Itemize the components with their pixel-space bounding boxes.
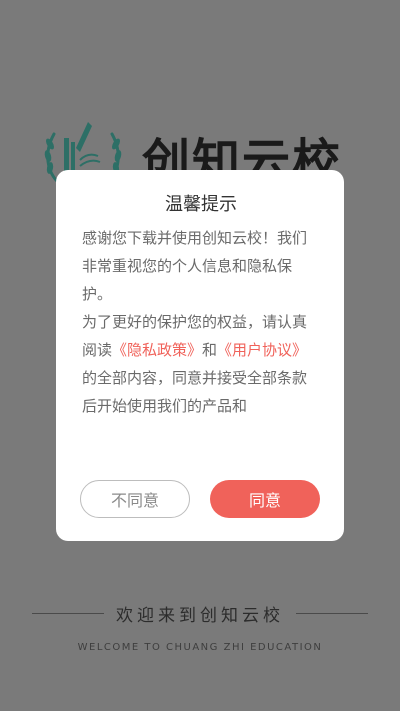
divider-left	[32, 612, 104, 614]
privacy-policy-link[interactable]: 《隐私政策》	[112, 341, 202, 359]
user-agreement-link[interactable]: 《用户协议》	[217, 341, 307, 359]
divider-right	[296, 612, 368, 614]
agree-button[interactable]: 同意	[210, 480, 320, 518]
terms-text-and: 和	[202, 341, 218, 359]
welcome-english-text: WELCOME TO CHUANG ZHI EDUCATION	[77, 642, 323, 653]
dialog-body[interactable]: 感谢您下载并使用创知云校！我们非常重视您的个人信息和隐私保护。 为了更好的保护您…	[82, 224, 320, 450]
dialog-title: 温馨提示	[165, 194, 237, 215]
dialog-buttons: 不同意 同意	[80, 480, 320, 518]
disagree-button[interactable]: 不同意	[80, 480, 190, 518]
welcome-text: 欢迎来到创知云校	[116, 605, 284, 626]
privacy-dialog: 温馨提示 感谢您下载并使用创知云校！我们非常重视您的个人信息和隐私保护。 为了更…	[56, 170, 344, 541]
dialog-paragraph-intro: 感谢您下载并使用创知云校！我们非常重视您的个人信息和隐私保护。	[82, 229, 308, 303]
welcome-row: 欢迎来到创知云校	[32, 600, 368, 626]
dialog-paragraph-terms: 为了更好的保护您的权益，请认真阅读《隐私政策》和《用户协议》的全部内容，同意并接…	[82, 308, 320, 420]
terms-text-end: 的全部内容，同意并接受全部条款后开始使用我们的产品和	[82, 369, 308, 415]
